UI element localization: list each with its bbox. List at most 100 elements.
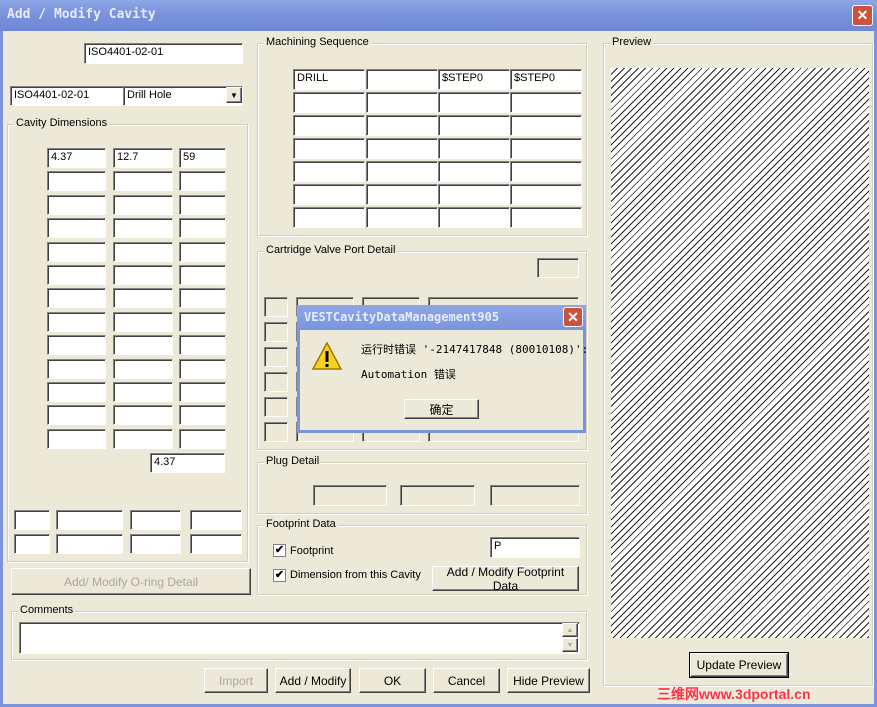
machining-cell[interactable] (438, 207, 510, 228)
ok-button[interactable]: OK (359, 668, 426, 693)
dimension-cell[interactable] (179, 171, 226, 192)
machining-cell[interactable] (293, 184, 365, 205)
machining-cell[interactable]: $STEP0 (438, 69, 510, 90)
bottom-dimension-cell[interactable] (14, 510, 50, 530)
machining-cell[interactable] (366, 115, 438, 136)
comments-textarea[interactable] (19, 622, 580, 654)
add-modify-button[interactable]: Add / Modify (275, 668, 351, 693)
bottom-dimension-cell[interactable] (14, 534, 50, 554)
dimension-cell[interactable] (47, 218, 106, 239)
plug-detail-field[interactable] (400, 485, 475, 506)
dimension-cell[interactable] (47, 288, 106, 309)
machining-cell[interactable] (293, 115, 365, 136)
machining-cell[interactable] (510, 138, 582, 159)
cartridge-index-field[interactable] (264, 297, 288, 317)
dimension-cell[interactable] (47, 241, 106, 262)
dimension-cell[interactable] (113, 218, 173, 239)
machining-cell[interactable] (510, 92, 582, 113)
import-button[interactable]: Import (204, 668, 268, 693)
bottom-dimension-cell[interactable] (190, 534, 242, 554)
machining-cell[interactable] (366, 69, 438, 90)
bottom-dimension-cell[interactable] (190, 510, 242, 530)
machining-cell[interactable]: $STEP0 (510, 69, 582, 90)
dimension-cell[interactable] (47, 171, 106, 192)
machining-cell[interactable] (293, 207, 365, 228)
machining-cell[interactable] (293, 161, 365, 182)
dimension-cell[interactable] (113, 428, 173, 449)
cartridge-index-field[interactable] (264, 422, 288, 442)
machining-cell[interactable] (510, 184, 582, 205)
plug-detail-field[interactable] (313, 485, 387, 506)
machining-cell[interactable] (366, 92, 438, 113)
cartridge-top-field[interactable] (537, 258, 579, 278)
machining-cell[interactable]: DRILL (293, 69, 365, 90)
dimension-cell[interactable] (47, 265, 106, 285)
bottom-dimension-cell[interactable] (130, 510, 181, 530)
cartridge-index-field[interactable] (264, 322, 288, 342)
update-preview-button[interactable]: Update Preview (689, 652, 789, 678)
plug-detail-field[interactable] (490, 485, 580, 506)
dimension-cell[interactable] (179, 335, 226, 356)
dimension-cell[interactable] (179, 311, 226, 332)
dimension-cell[interactable] (113, 382, 173, 402)
dimension-cell[interactable]: 12.7 (113, 148, 173, 168)
dimension-cell[interactable]: 4.37 (47, 148, 106, 168)
machining-cell[interactable] (293, 92, 365, 113)
dimension-cell[interactable] (179, 194, 226, 215)
cartridge-index-field[interactable] (264, 397, 288, 417)
dimension-cell[interactable] (113, 241, 173, 262)
dimension-cell[interactable] (179, 265, 226, 285)
bottom-dimension-cell[interactable] (56, 510, 123, 530)
machining-cell[interactable] (438, 161, 510, 182)
bottom-dimension-cell[interactable] (56, 534, 123, 554)
add-modify-footprint-button[interactable]: Add / Modify Footprint Data (432, 565, 579, 593)
dimension-cell[interactable] (47, 335, 106, 356)
machining-cell[interactable] (366, 161, 438, 182)
cavity-code-top-input[interactable]: ISO4401-02-01 (84, 43, 243, 64)
dimension-cell[interactable] (113, 358, 173, 379)
dimension-cell[interactable] (179, 382, 226, 402)
bottom-dimension-cell[interactable] (130, 534, 181, 554)
dimension-from-cavity-checkbox[interactable]: ✔ (273, 569, 286, 582)
dimension-cell[interactable]: 59 (179, 148, 226, 168)
dimension-cell[interactable] (179, 358, 226, 379)
dimension-cell[interactable] (113, 194, 173, 215)
scroll-up-icon[interactable]: ▲ (562, 623, 578, 637)
machining-cell[interactable] (438, 138, 510, 159)
error-dialog-close-button[interactable]: ✕ (563, 307, 583, 327)
dimension-cell[interactable] (47, 358, 106, 379)
cavity-type-select[interactable]: Drill Hole ▼ (123, 86, 243, 106)
machining-cell[interactable] (366, 207, 438, 228)
machining-cell[interactable] (510, 115, 582, 136)
dimension-cell[interactable] (47, 428, 106, 449)
cartridge-index-field[interactable] (264, 372, 288, 392)
dimension-cell[interactable] (113, 405, 173, 426)
dimension-cell[interactable] (113, 265, 173, 285)
machining-cell[interactable] (438, 115, 510, 136)
machining-cell[interactable] (366, 138, 438, 159)
dimension-cell[interactable] (47, 311, 106, 332)
dimension-cell[interactable] (113, 311, 173, 332)
dimension-cell[interactable] (113, 335, 173, 356)
cavity-code-input[interactable]: ISO4401-02-01 (10, 86, 124, 106)
machining-cell[interactable] (366, 184, 438, 205)
dimension-cell[interactable] (47, 194, 106, 215)
dimension-cell[interactable] (179, 241, 226, 262)
error-ok-button[interactable]: 确定 (404, 399, 479, 419)
dimension-cell[interactable] (47, 405, 106, 426)
dimension-cell[interactable] (47, 382, 106, 402)
dimension-cell[interactable] (179, 218, 226, 239)
dimension-cell[interactable] (179, 428, 226, 449)
dimension-cell[interactable] (113, 171, 173, 192)
cartridge-index-field[interactable] (264, 347, 288, 367)
machining-cell[interactable] (510, 207, 582, 228)
machining-cell[interactable] (438, 92, 510, 113)
dimension-cell[interactable] (179, 405, 226, 426)
dimension-cell[interactable] (179, 288, 226, 309)
add-modify-oring-button[interactable]: Add/ Modify O-ring Detail (11, 568, 251, 595)
dimension-cell[interactable] (113, 288, 173, 309)
footprint-value-input[interactable]: P (490, 537, 580, 558)
dimension-total-input[interactable]: 4.37 (150, 453, 225, 473)
cancel-button[interactable]: Cancel (433, 668, 500, 693)
close-button[interactable]: ✕ (852, 5, 873, 26)
